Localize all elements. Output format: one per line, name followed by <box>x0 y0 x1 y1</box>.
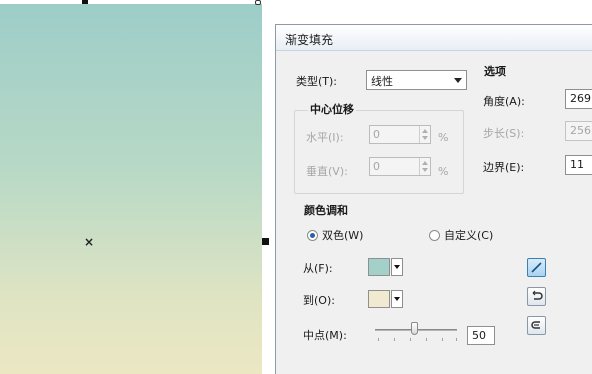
two-color-label[interactable]: 双色(W) <box>322 229 363 243</box>
selection-handle-top-right[interactable] <box>255 0 261 5</box>
options-heading: 选项 <box>484 65 506 78</box>
vertical-unit: % <box>438 165 449 178</box>
slider-tick <box>442 338 443 341</box>
center-offset-heading: 中心位移 <box>308 103 356 117</box>
horizontal-spinner[interactable]: 0 <box>369 125 431 144</box>
steps-input[interactable]: 256 <box>565 121 592 141</box>
vertical-value: 0 <box>373 160 380 173</box>
dialog-title: 渐变填充 <box>276 25 592 51</box>
vertical-label: 垂直(V): <box>306 165 348 178</box>
slider-tick <box>394 338 395 341</box>
counterclockwise-blend-icon <box>532 290 543 300</box>
type-select[interactable]: 线性 <box>366 70 467 90</box>
midpoint-slider-thumb[interactable] <box>411 322 418 335</box>
horizontal-value: 0 <box>373 128 380 141</box>
custom-radio[interactable] <box>429 230 440 241</box>
steps-label: 步长(S): <box>483 127 525 140</box>
to-color-swatch[interactable] <box>368 290 390 308</box>
clockwise-blend-button[interactable] <box>527 316 546 335</box>
midpoint-input[interactable]: 50 <box>467 326 495 345</box>
to-color-picker[interactable] <box>368 290 404 308</box>
slider-tick <box>378 338 379 341</box>
type-label: 类型(T): <box>296 75 338 88</box>
slider-tick <box>426 338 427 341</box>
edge-pad-value: 11 <box>570 158 584 171</box>
chevron-down-icon[interactable] <box>391 258 403 276</box>
two-color-radio[interactable] <box>307 230 318 241</box>
chevron-down-icon <box>454 78 462 83</box>
selection-handle-top[interactable] <box>82 0 88 4</box>
gradient-filled-rectangle[interactable] <box>0 4 262 374</box>
horizontal-label: 水平(I): <box>306 131 344 144</box>
midpoint-label: 中点(M): <box>303 329 347 342</box>
spinner-buttons[interactable] <box>419 126 430 143</box>
angle-label: 角度(A): <box>483 95 525 108</box>
from-label: 从(F): <box>303 262 333 275</box>
direct-blend-icon <box>531 262 542 273</box>
horizontal-unit: % <box>438 131 449 144</box>
selection-handle-right[interactable] <box>262 238 269 245</box>
from-color-picker[interactable] <box>368 258 404 276</box>
slider-tick <box>456 338 457 341</box>
custom-label[interactable]: 自定义(C) <box>444 229 493 243</box>
steps-value: 256 <box>570 124 591 137</box>
edge-pad-input[interactable]: 11 <box>565 155 592 175</box>
vertical-spinner[interactable]: 0 <box>369 157 431 176</box>
type-select-value: 线性 <box>371 75 393 88</box>
edge-pad-label: 边界(E): <box>483 161 525 174</box>
clockwise-blend-icon <box>531 321 540 329</box>
counterclockwise-blend-button[interactable] <box>527 287 546 306</box>
midpoint-value: 50 <box>472 329 486 342</box>
from-color-swatch[interactable] <box>368 258 390 276</box>
center-marker: × <box>84 235 95 249</box>
chevron-down-icon[interactable] <box>391 290 403 308</box>
to-label: 到(O): <box>303 294 335 307</box>
color-blend-heading: 颜色调和 <box>304 204 348 217</box>
direct-blend-button[interactable] <box>527 258 546 277</box>
spinner-buttons[interactable] <box>419 158 430 175</box>
slider-tick <box>410 338 411 341</box>
angle-input[interactable]: 269 <box>565 89 592 109</box>
center-offset-group <box>294 110 464 194</box>
angle-value: 269 <box>570 92 591 105</box>
